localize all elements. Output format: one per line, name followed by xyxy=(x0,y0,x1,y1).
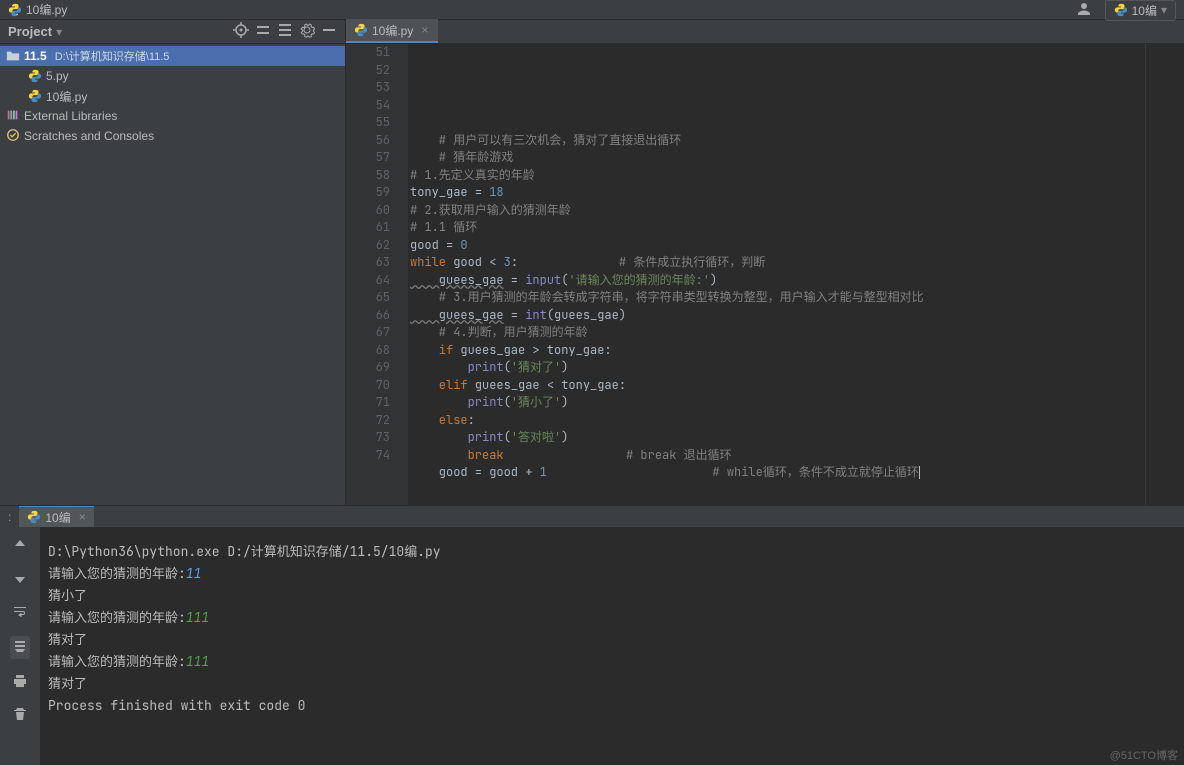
run-tab[interactable]: 10编 × xyxy=(19,506,93,528)
folder-name: 11.5 xyxy=(24,49,47,63)
line-number-gutter: 5152535455565758596061626364656667686970… xyxy=(346,44,396,517)
collapse-icon[interactable] xyxy=(255,22,271,41)
scratches-icon xyxy=(6,128,20,145)
run-toolbar xyxy=(0,527,40,765)
fold-strip[interactable] xyxy=(396,44,408,517)
editor-tab[interactable]: 10编.py × xyxy=(346,19,438,43)
editor-area: 10编.py × 5152535455565758596061626364656… xyxy=(346,20,1184,505)
target-icon[interactable] xyxy=(233,22,249,41)
tree-file[interactable]: 10编.py xyxy=(0,86,345,106)
sidebar-header: Project ▾ xyxy=(0,20,345,44)
title-bar: 10编.py 10编 ▾ xyxy=(0,0,1184,20)
tree-file[interactable]: 5.py xyxy=(0,66,345,86)
project-tree[interactable]: 11.5 D:\计算机知识存储\11.5 5.py 10编.py Externa… xyxy=(0,44,345,505)
tree-label: External Libraries xyxy=(24,109,117,123)
folder-icon xyxy=(6,49,20,63)
user-icon[interactable] xyxy=(1075,0,1093,21)
sidebar-tools xyxy=(233,22,337,41)
close-icon[interactable]: × xyxy=(79,510,86,524)
trash-icon[interactable] xyxy=(12,706,28,725)
wrap-icon[interactable] xyxy=(12,603,28,622)
watermark: @51CTO博客 xyxy=(1110,747,1178,763)
python-icon xyxy=(27,510,41,524)
python-icon xyxy=(8,3,22,17)
run-config-label: 10编 xyxy=(1132,2,1157,19)
editor-tab-label: 10编.py xyxy=(372,22,413,39)
chevron-down-icon: ▾ xyxy=(1161,3,1167,17)
project-sidebar: Project ▾ 11.5 D:\计算机知识存储\11.5 5.py xyxy=(0,20,346,505)
run-panel: D:\Python36\python.exe D:/计算机知识存储/11.5/1… xyxy=(0,527,1184,765)
run-tab-label: 10编 xyxy=(45,509,70,526)
main-area: Project ▾ 11.5 D:\计算机知识存储\11.5 5.py xyxy=(0,20,1184,505)
scroll-to-end-icon[interactable] xyxy=(10,636,30,659)
print-icon[interactable] xyxy=(12,673,28,692)
tree-label: Scratches and Consoles xyxy=(24,129,154,143)
tree-file-label: 10编.py xyxy=(46,88,87,105)
titlebar-filename: 10编.py xyxy=(26,1,67,18)
code-content[interactable]: # 用户可以有三次机会，猜对了直接退出循环 # 猜年龄游戏# 1.先定义真实的年… xyxy=(408,44,1184,517)
titlebar-file: 10编.py xyxy=(8,1,67,18)
console-output[interactable]: D:\Python36\python.exe D:/计算机知识存储/11.5/1… xyxy=(40,527,1184,765)
library-icon xyxy=(6,108,20,125)
editor-body[interactable]: 5152535455565758596061626364656667686970… xyxy=(346,44,1184,517)
gear-icon[interactable] xyxy=(299,22,315,41)
sidebar-title[interactable]: Project xyxy=(8,24,52,39)
run-configuration[interactable]: 10编 ▾ xyxy=(1105,0,1176,21)
folder-path: D:\计算机知识存储\11.5 xyxy=(55,48,170,64)
arrow-up-icon[interactable] xyxy=(12,537,28,556)
run-label: : xyxy=(8,510,11,524)
run-tabs-bar: : 10编 × xyxy=(0,505,1184,527)
editor-tabs: 10编.py × xyxy=(346,20,1184,44)
python-icon xyxy=(28,69,42,83)
tree-file-label: 5.py xyxy=(46,69,69,83)
close-icon[interactable]: × xyxy=(421,23,428,37)
python-icon xyxy=(354,23,368,37)
expand-icon[interactable] xyxy=(277,22,293,41)
chevron-down-icon[interactable]: ▾ xyxy=(56,25,62,39)
tree-scratches[interactable]: Scratches and Consoles xyxy=(0,126,345,146)
minimize-icon[interactable] xyxy=(321,22,337,41)
python-icon xyxy=(28,89,42,103)
right-margin xyxy=(1145,44,1146,517)
arrow-down-icon[interactable] xyxy=(12,570,28,589)
python-icon xyxy=(1114,3,1128,17)
tree-folder-root[interactable]: 11.5 D:\计算机知识存储\11.5 xyxy=(0,46,345,66)
tree-external-libraries[interactable]: External Libraries xyxy=(0,106,345,126)
